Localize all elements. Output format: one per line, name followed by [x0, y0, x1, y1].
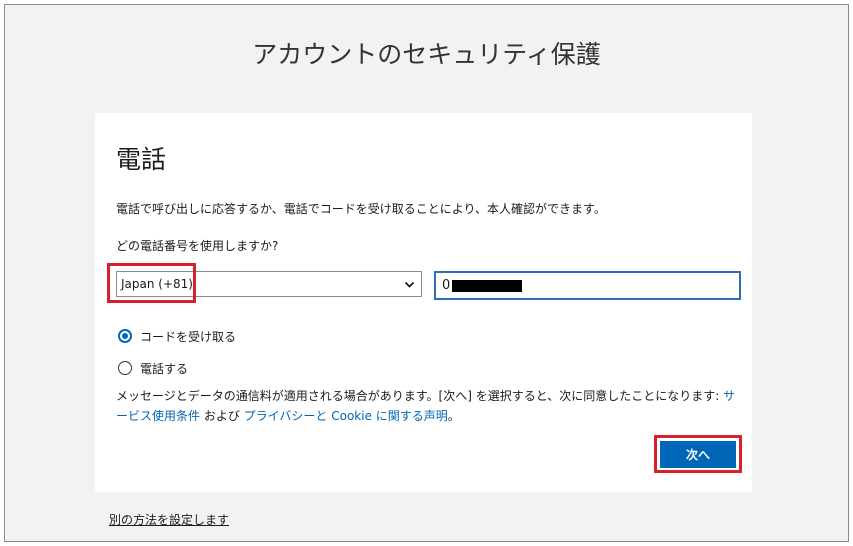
- option-receive-code-label: コードを受け取る: [140, 329, 237, 344]
- phone-number-input[interactable]: 0: [434, 271, 741, 300]
- phone-number-redaction: [452, 280, 522, 292]
- radio-receive-code[interactable]: [118, 329, 132, 343]
- legal-period: 。: [447, 409, 460, 423]
- radio-call[interactable]: [118, 361, 132, 375]
- phone-number-value: 0: [442, 278, 451, 293]
- description-text: 電話で呼び出しに応答するか、電話でコードを受け取ることにより、本人確認ができます…: [116, 202, 606, 216]
- phone-method-card: 電話 電話で呼び出しに応答するか、電話でコードを受け取ることにより、本人確認がで…: [95, 113, 752, 541]
- highlight-box-country: [107, 263, 196, 303]
- page-heading: アカウントのセキュリティ保護: [252, 40, 601, 69]
- card-title: 電話: [116, 145, 167, 174]
- phone-number-question: どの電話番号を使用しますか?: [116, 239, 279, 253]
- option-receive-code[interactable]: コードを受け取る: [118, 326, 236, 346]
- screenshot-frame: アカウントのセキュリティ保護 電話 電話で呼び出しに応答するか、電話でコードを受…: [4, 4, 849, 542]
- privacy-link[interactable]: プライバシーと Cookie に関する声明: [244, 409, 448, 423]
- legal-text: メッセージとデータの通信料が適用される場合があります。[次へ] を選択すると、次…: [116, 389, 724, 403]
- option-call-label: 電話する: [140, 361, 189, 376]
- next-button[interactable]: 次へ: [660, 441, 736, 468]
- chevron-down-icon: [404, 281, 415, 288]
- legal-and-text: および: [200, 409, 244, 423]
- legal-notice: メッセージとデータの通信料が適用される場合があります。[次へ] を選択すると、次…: [116, 386, 736, 426]
- card-footer: 別の方法を設定します: [95, 492, 752, 541]
- alternate-method-link[interactable]: 別の方法を設定します: [109, 511, 229, 528]
- option-call[interactable]: 電話する: [118, 358, 188, 378]
